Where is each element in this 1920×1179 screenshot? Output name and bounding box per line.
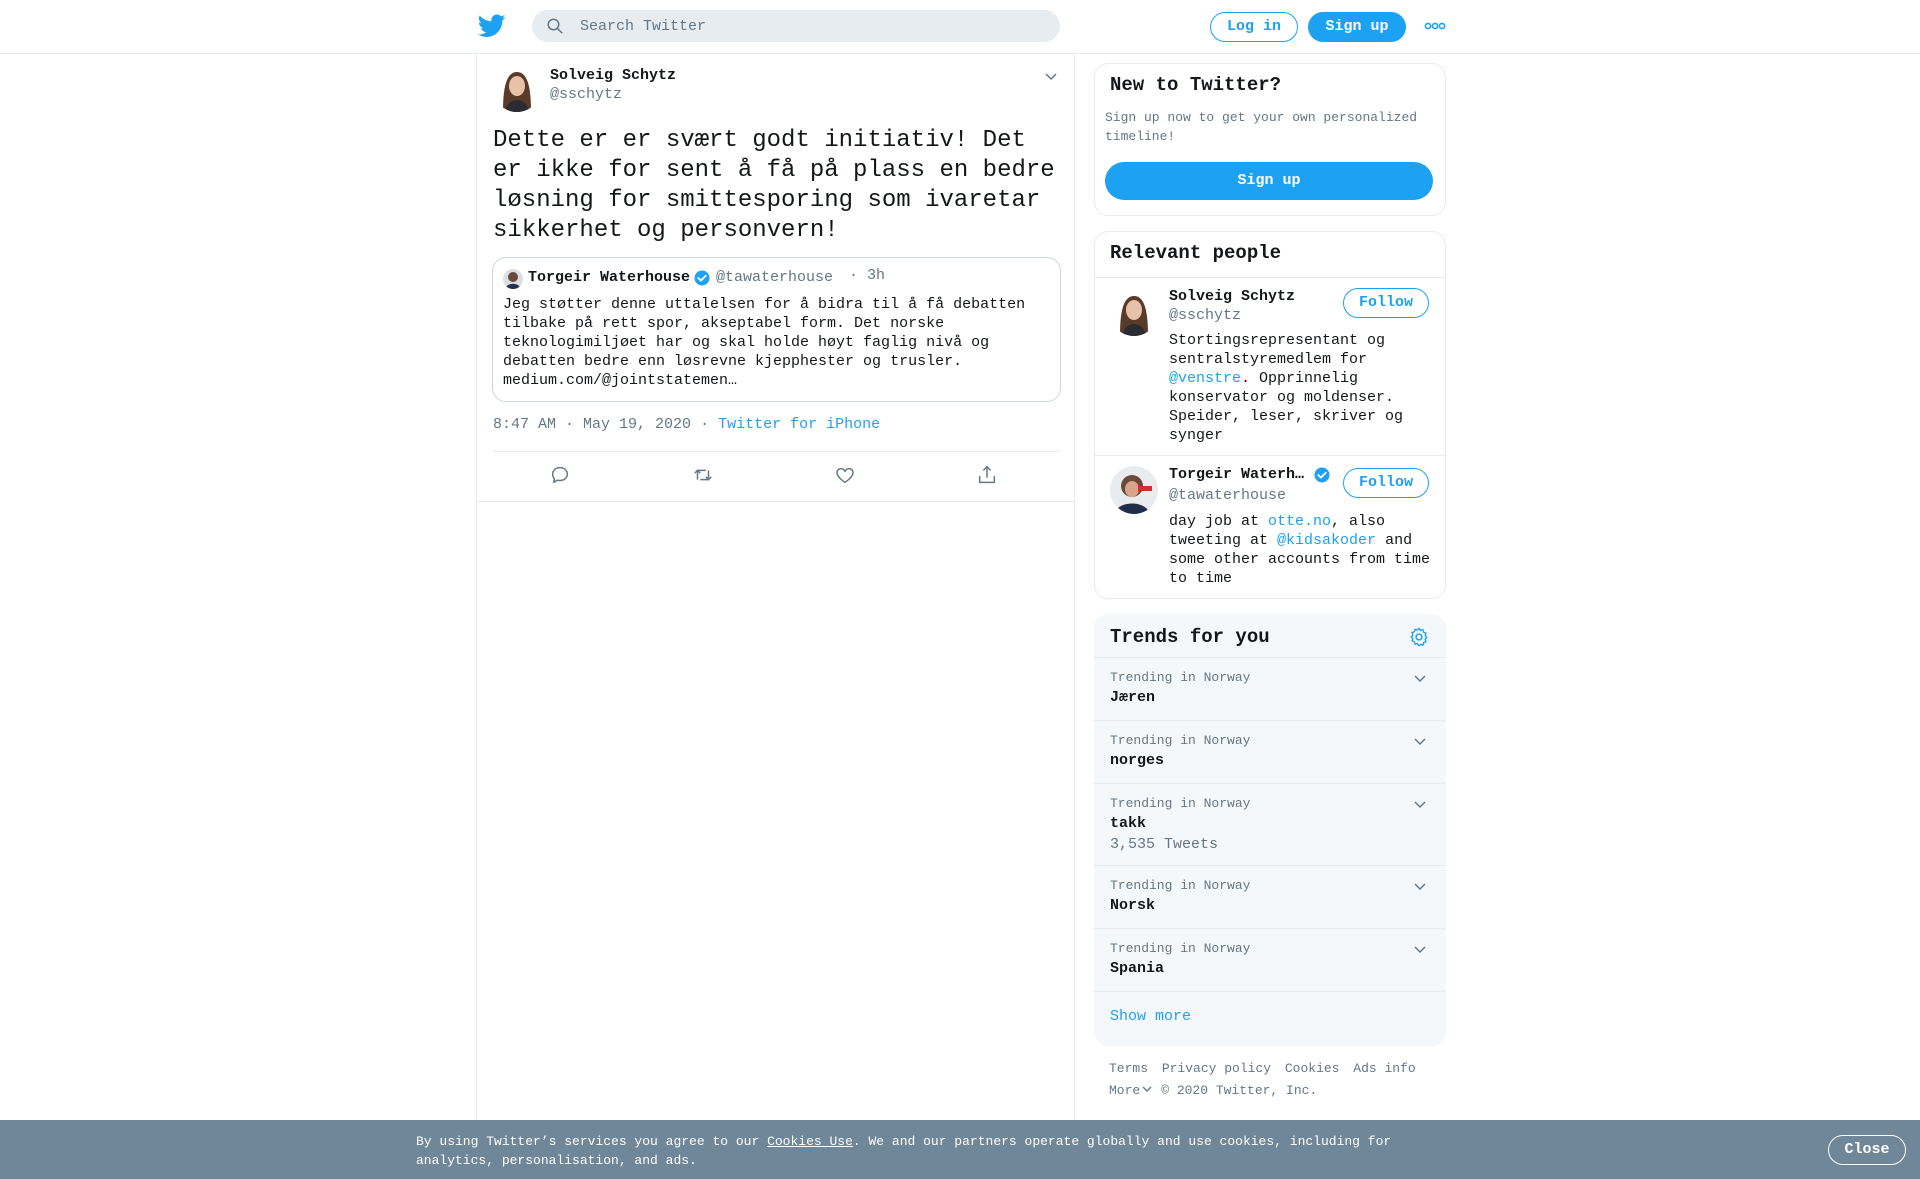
signup-button[interactable]: Sign up (1308, 12, 1406, 42)
chevron-down-icon[interactable] (1412, 941, 1428, 957)
search-input[interactable] (580, 10, 1040, 42)
avatar[interactable] (493, 64, 541, 112)
trend-name[interactable]: Norsk (1110, 897, 1155, 914)
follow-button[interactable]: Follow (1343, 288, 1429, 318)
twitter-bird-logo-icon[interactable] (478, 14, 506, 38)
avatar[interactable] (1110, 288, 1158, 336)
search-icon (547, 18, 563, 34)
terms-link[interactable]: Terms (1109, 1061, 1148, 1076)
bio-text: Stortingsrepresentant og sentralstyremed… (1169, 332, 1386, 368)
chevron-down-icon[interactable] (1412, 796, 1428, 812)
more-link[interactable]: More (1109, 1083, 1140, 1098)
trend-context: Trending in Norway (1110, 670, 1251, 685)
card-title: Trends for you (1110, 626, 1270, 648)
search-box[interactable] (532, 10, 1060, 42)
verified-badge-icon (694, 270, 710, 286)
trend-item[interactable]: Trending in Norway norges (1094, 720, 1446, 783)
tweet-detail-column: Solveig Schytz @sschytz Dette er er svær… (476, 54, 1076, 1124)
bio-website-link[interactable]: otte.no (1268, 513, 1331, 530)
person-handle[interactable]: @tawaterhouse (1169, 487, 1286, 504)
bio-text: day job at (1169, 513, 1269, 530)
chevron-down-icon[interactable] (1141, 1084, 1153, 1094)
trend-name[interactable]: norges (1110, 752, 1164, 769)
card-subtitle: Sign up now to get your own personalized… (1105, 110, 1418, 144)
trend-item[interactable]: Trending in Norway Spania (1094, 928, 1446, 991)
meta-separator: · (700, 416, 710, 433)
quoted-time: · 3h (849, 267, 886, 284)
privacy-link[interactable]: Privacy policy (1162, 1061, 1271, 1076)
divider (477, 501, 1076, 502)
person-item[interactable]: Torgeir Waterh… @tawaterhouse Follow day… (1095, 456, 1445, 598)
avatar-portrait-icon (1110, 466, 1158, 514)
cookies-link[interactable]: Cookies (1285, 1061, 1340, 1076)
close-button[interactable]: Close (1828, 1135, 1906, 1165)
bio-mention-link[interactable]: @venstre (1169, 370, 1241, 387)
card-title: New to Twitter? (1110, 74, 1282, 96)
person-handle[interactable]: @sschytz (1169, 307, 1241, 324)
relevant-people-card: Relevant people Solveig Schytz @sschytz … (1094, 231, 1446, 599)
trend-tweet-count: 3,535 Tweets (1110, 836, 1219, 853)
trend-name[interactable]: takk (1110, 815, 1146, 832)
new-to-twitter-card: New to Twitter? Sign up now to get your … (1094, 63, 1446, 216)
cookie-banner: By using Twitter’s services you agree to… (0, 1120, 1920, 1179)
person-name[interactable]: Torgeir Waterh… (1169, 466, 1304, 483)
trends-card: Trends for you Trending in Norway Jæren … (1094, 614, 1446, 1046)
signup-large-button[interactable]: Sign up (1105, 162, 1433, 200)
trend-context: Trending in Norway (1110, 941, 1251, 956)
avatar-portrait-icon (503, 269, 523, 289)
chevron-down-icon[interactable] (1412, 733, 1428, 749)
trend-name[interactable]: Spania (1110, 960, 1164, 977)
footer-secondary: More © 2020 Twitter, Inc. (1109, 1083, 1317, 1098)
gear-icon[interactable] (1408, 626, 1430, 648)
chevron-down-icon[interactable] (1412, 878, 1428, 894)
login-button[interactable]: Log in (1210, 12, 1298, 42)
trend-item[interactable]: Trending in Norway Norsk (1094, 865, 1446, 928)
chevron-down-icon[interactable] (1043, 68, 1059, 84)
trend-context: Trending in Norway (1110, 878, 1251, 893)
cookies-use-link[interactable]: Cookies Use (767, 1134, 853, 1149)
bio-mention-link[interactable]: @kidsakoder (1277, 532, 1376, 549)
tweet-text: Dette er er svært godt initiativ! Det er… (493, 127, 1055, 244)
avatar (503, 269, 523, 289)
avatar-portrait-icon (1110, 288, 1158, 336)
tweet-author-name[interactable]: Solveig Schytz (550, 67, 676, 84)
quoted-text: Jeg støtter denne uttalelsen for å bidra… (503, 296, 1026, 389)
trend-name[interactable]: Jæren (1110, 689, 1155, 706)
follow-button[interactable]: Follow (1343, 468, 1429, 498)
avatar[interactable] (1110, 466, 1158, 514)
cookie-text-start: By using Twitter’s services you agree to… (416, 1134, 768, 1149)
tweet-actions (477, 452, 1076, 500)
person-bio: day job at otte.no, also tweeting at @ki… (1169, 512, 1434, 588)
cookie-text: By using Twitter’s services you agree to… (416, 1132, 1416, 1170)
quoted-author-handle: @tawaterhouse (716, 269, 834, 286)
person-item[interactable]: Solveig Schytz @sschytz Follow Stortings… (1095, 278, 1445, 444)
like-heart-icon[interactable] (834, 464, 856, 486)
quoted-tweet[interactable]: Torgeir Waterhouse @tawaterhouse · 3h Je… (492, 257, 1061, 402)
card-title: Relevant people (1110, 242, 1282, 264)
more-options-icon[interactable] (1424, 20, 1446, 32)
avatar-portrait-icon (493, 64, 541, 112)
ads-info-link[interactable]: Ads info (1353, 1061, 1415, 1076)
retweet-icon[interactable] (692, 464, 714, 486)
tweet-source-link[interactable]: Twitter for iPhone (718, 416, 880, 433)
tweet-meta: 8:47 AM · May 19, 2020 · Twitter for iPh… (493, 416, 880, 433)
trend-context: Trending in Norway (1110, 733, 1251, 748)
quoted-author-name: Torgeir Waterhouse (528, 269, 691, 286)
share-icon[interactable] (976, 464, 998, 486)
tweet-timestamp[interactable]: 8:47 AM · May 19, 2020 (493, 416, 691, 433)
chevron-down-icon[interactable] (1412, 670, 1428, 686)
reply-icon[interactable] (549, 464, 571, 486)
person-bio: Stortingsrepresentant og sentralstyremed… (1169, 331, 1434, 445)
copyright: © 2020 Twitter, Inc. (1161, 1083, 1318, 1098)
show-more-link[interactable]: Show more (1110, 1008, 1191, 1025)
trend-context: Trending in Norway (1110, 796, 1251, 811)
top-navigation-bar: Log in Sign up (0, 0, 1920, 54)
trend-item[interactable]: Trending in Norway takk 3,535 Tweets (1094, 783, 1446, 865)
verified-badge-icon (1314, 467, 1330, 483)
trend-item[interactable]: Trending in Norway Jæren (1094, 657, 1446, 720)
person-name[interactable]: Solveig Schytz (1169, 288, 1295, 305)
footer-links: Terms Privacy policy Cookies Ads info (1109, 1061, 1422, 1076)
tweet-author-handle[interactable]: @sschytz (550, 86, 622, 103)
